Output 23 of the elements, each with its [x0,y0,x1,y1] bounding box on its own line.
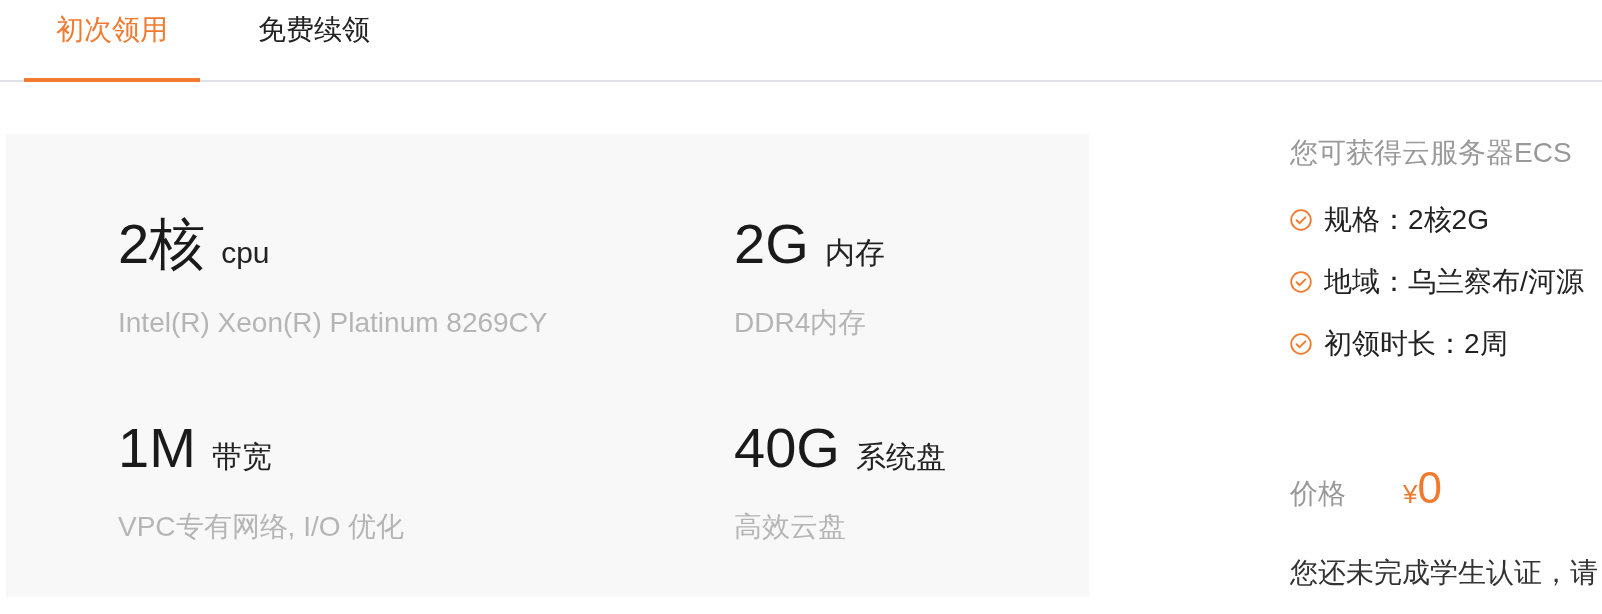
spec-detail: VPC专有网络, I/O 优化 [118,510,405,544]
spec-unit: 带宽 [211,439,272,475]
spec-detail: 高效云盘 [734,510,846,544]
summary-item: 地域：乌兰察布/河源 [1324,265,1584,299]
price-amount: ¥0 [1403,463,1442,514]
summary-item: 规格：2核2G [1324,203,1489,237]
tab[interactable]: 免费续领 [226,0,402,82]
spec-unit: cpu [221,235,270,271]
summary-item: 初领时长：2周 [1324,327,1508,361]
spec-detail: Intel(R) Xeon(R) Platinum 8269CY [118,306,548,340]
spec-value: 2核 [118,216,206,272]
check-circle-icon [1290,333,1312,355]
price-label: 价格 [1290,477,1347,511]
check-circle-icon [1290,271,1312,293]
spec-value: 2G [734,216,809,272]
spec-value: 1M [118,420,196,476]
notice-text: 您还未完成学生认证，请 [1290,556,1598,590]
summary-title: 您可获得云服务器ECS [1290,136,1572,170]
spec-value: 40G [734,420,840,476]
spec-unit: 内存 [824,235,885,271]
check-circle-icon [1290,209,1312,231]
spec-unit: 系统盘 [855,439,946,475]
spec-detail: DDR4内存 [734,306,867,340]
